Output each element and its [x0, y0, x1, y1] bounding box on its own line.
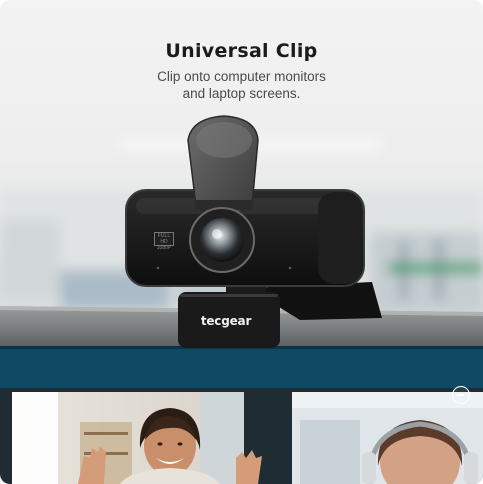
monitor-screen-band	[0, 346, 483, 388]
video-call-left	[12, 392, 262, 484]
carousel-prev-button[interactable]	[452, 386, 470, 404]
video-call-right	[292, 392, 483, 484]
badge-line-2: 1080P	[156, 245, 172, 251]
brand-logo: tecgear	[200, 314, 252, 328]
resolution-badge: FULL HD 1080P	[154, 232, 174, 251]
lens-icon	[200, 218, 244, 262]
product-scene	[0, 115, 483, 484]
badge-line-1: FULL HD	[157, 233, 171, 245]
feature-card: Universal Clip Clip onto computer monito…	[0, 0, 483, 484]
